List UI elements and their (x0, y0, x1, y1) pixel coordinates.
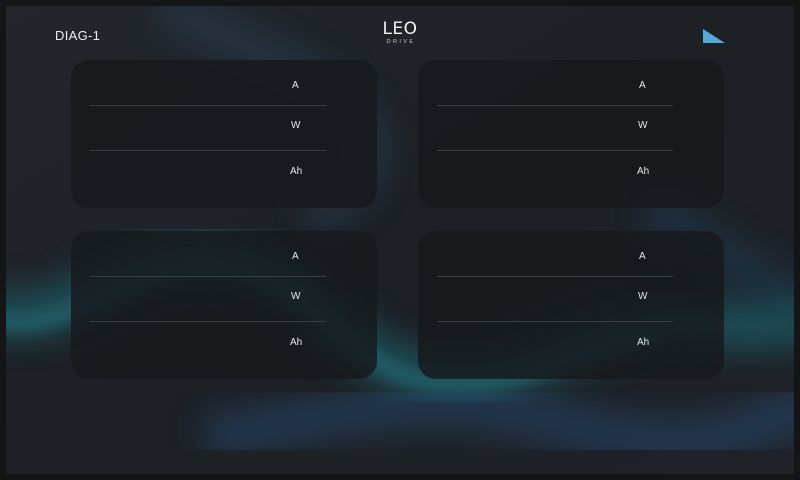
row-divider (437, 276, 673, 277)
current-row: A (437, 76, 673, 96)
metric-card-1: A W Ah (71, 60, 377, 208)
current-unit: A (292, 80, 299, 91)
row-divider (90, 276, 326, 277)
capacity-unit: Ah (637, 166, 650, 177)
top-bar: DIAG-1 LEO DRIVE (6, 6, 794, 62)
signal-strength-icon (703, 29, 725, 43)
power-unit: W (291, 291, 301, 302)
capacity-unit: Ah (637, 337, 650, 348)
capacity-row: Ah (90, 333, 326, 353)
logo-main-text: LEO (382, 19, 418, 39)
row-divider (90, 105, 326, 106)
metric-card-3: A W Ah (71, 231, 377, 379)
capacity-unit: Ah (290, 166, 303, 177)
row-divider (437, 321, 673, 322)
capacity-row: Ah (437, 162, 673, 182)
row-divider (437, 105, 673, 106)
current-row: A (437, 247, 673, 267)
power-row: W (90, 287, 326, 307)
capacity-unit: Ah (290, 337, 303, 348)
power-unit: W (291, 120, 301, 131)
current-row: A (90, 247, 326, 267)
page-title: DIAG-1 (55, 28, 101, 43)
capacity-row: Ah (437, 333, 673, 353)
power-row: W (437, 116, 673, 136)
metric-card-2: A W Ah (418, 60, 724, 208)
current-unit: A (292, 251, 299, 262)
power-unit: W (638, 291, 648, 302)
current-unit: A (639, 80, 646, 91)
brand-logo: LEO DRIVE (381, 20, 419, 50)
row-divider (90, 321, 326, 322)
power-row: W (437, 287, 673, 307)
logo-sub-text: DRIVE (386, 39, 416, 45)
diagnostic-screen: DIAG-1 LEO DRIVE A W Ah A W Ah A W Ah A … (6, 6, 794, 474)
current-unit: A (639, 251, 646, 262)
power-row: W (90, 116, 326, 136)
capacity-row: Ah (90, 162, 326, 182)
metric-card-4: A W Ah (418, 231, 724, 379)
row-divider (437, 150, 673, 151)
power-unit: W (638, 120, 648, 131)
row-divider (90, 150, 326, 151)
current-row: A (90, 76, 326, 96)
